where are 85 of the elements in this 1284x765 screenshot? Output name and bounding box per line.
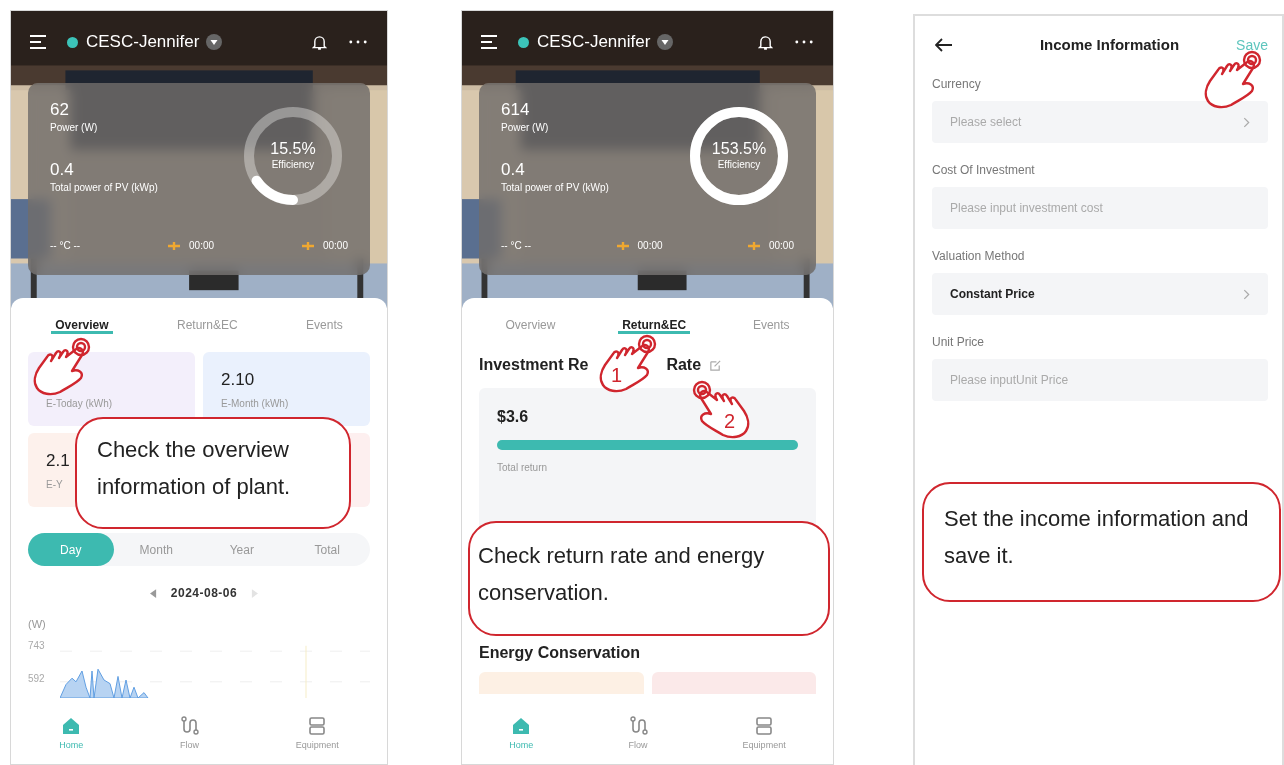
return-amount: $3.6 [497, 408, 529, 426]
section-title: Investment Re [479, 356, 589, 374]
efficiency-label: Efficiency [717, 158, 761, 172]
page-title: Income Information [1039, 36, 1180, 53]
field-label: Cost Of Investment [932, 163, 1036, 177]
efficiency-value: 15.5% [270, 140, 316, 158]
stat-value: 2.10 [221, 369, 255, 391]
section-title: Energy Conservation [479, 644, 641, 662]
sunset-time: 00:00 [768, 239, 794, 253]
input-field[interactable]: Please input investment cost [932, 187, 1268, 229]
tab[interactable]: Return&EC [618, 316, 691, 334]
return-label: Total return [497, 462, 549, 473]
tab[interactable]: Overview [51, 316, 113, 334]
axis-unit: (W) [28, 618, 46, 630]
more-icon[interactable] [349, 40, 367, 44]
home-icon [511, 716, 532, 736]
callout-note: Set the income information and save it. [922, 482, 1281, 602]
power-value: 614 [501, 99, 531, 121]
period-tab[interactable]: Month [113, 533, 199, 566]
more-icon[interactable] [795, 40, 813, 44]
bell-icon[interactable] [312, 33, 327, 51]
stat-label: E-Y [46, 478, 63, 490]
bell-icon[interactable] [758, 33, 773, 51]
flow-icon [627, 716, 648, 736]
callout-note: Check return rate and energy conservation. [468, 521, 830, 636]
axis-tick: 743 [28, 640, 46, 651]
server-icon [754, 716, 775, 736]
dropdown-icon[interactable] [206, 34, 223, 50]
status-dot [518, 36, 529, 48]
nav-item[interactable]: Equipment [736, 710, 792, 762]
chevron-icon [1243, 288, 1250, 300]
field-label: Currency [932, 77, 982, 91]
plant-name[interactable]: CESC-Jennifer [537, 32, 651, 52]
pv-value: 0.4 [501, 159, 526, 181]
efficiency-value: 153.5% [711, 140, 767, 158]
save-button[interactable]: Save [1236, 36, 1268, 53]
date-label: 2024-08-06 [170, 586, 238, 600]
sunrise-time: 00:00 [637, 239, 663, 253]
power-label: Power (W) [501, 121, 550, 135]
nav-item[interactable]: Home [503, 710, 540, 762]
previous-icon[interactable] [149, 588, 157, 598]
tab[interactable]: Events [748, 316, 794, 334]
sunrise-time: 00:00 [189, 239, 215, 253]
field-label: Valuation Method [932, 249, 1026, 263]
chevron-icon [1243, 116, 1250, 128]
status-dot [67, 36, 78, 48]
period-tab[interactable]: Total [284, 533, 370, 566]
tab[interactable]: Return&EC [173, 316, 242, 334]
power-value: 62 [50, 99, 70, 121]
period-tab[interactable]: Day [28, 533, 114, 566]
field-label: Unit Price [932, 335, 985, 349]
period-tab[interactable]: Year [199, 533, 285, 566]
select-field[interactable]: Please select [932, 101, 1268, 143]
pv-value: 0.4 [50, 159, 75, 181]
step-number: 2 [724, 410, 736, 433]
stat-value: 2.1 [46, 450, 70, 472]
axis-tick: 592 [28, 673, 46, 684]
power-label: Power (W) [50, 121, 99, 135]
input-field[interactable]: Please inputUnit Price [932, 359, 1268, 401]
pv-label: Total power of PV (kWp) [50, 181, 158, 195]
step-number: 1 [611, 364, 623, 387]
nav-item[interactable]: Home [53, 710, 90, 762]
server-icon [307, 716, 328, 736]
menu-icon[interactable] [29, 35, 47, 49]
flow-icon [179, 716, 200, 736]
sunset-time: 00:00 [322, 239, 348, 253]
home-icon [61, 716, 82, 736]
tab[interactable]: Events [302, 316, 347, 334]
select-field[interactable]: Constant Price [932, 273, 1268, 315]
stat-label: E-Today (kWh) [46, 397, 113, 409]
dropdown-icon[interactable] [657, 34, 674, 50]
section-title: Rate [666, 356, 702, 374]
temperature: -- °C -- [501, 239, 532, 253]
pv-label: Total power of PV (kWp) [501, 181, 609, 195]
nav-item[interactable]: Equipment [289, 710, 345, 762]
menu-icon[interactable] [480, 35, 498, 49]
temperature: -- °C -- [50, 239, 81, 253]
efficiency-label: Efficiency [271, 158, 315, 172]
callout-note: Check the overview information of plant. [75, 417, 351, 529]
stat-label: E-Month (kWh) [221, 397, 289, 409]
tab[interactable]: Overview [501, 316, 560, 334]
plant-name[interactable]: CESC-Jennifer [86, 32, 200, 52]
nav-item[interactable]: Flow [173, 710, 206, 762]
nav-item[interactable]: Flow [621, 710, 654, 762]
back-icon[interactable] [935, 37, 953, 52]
